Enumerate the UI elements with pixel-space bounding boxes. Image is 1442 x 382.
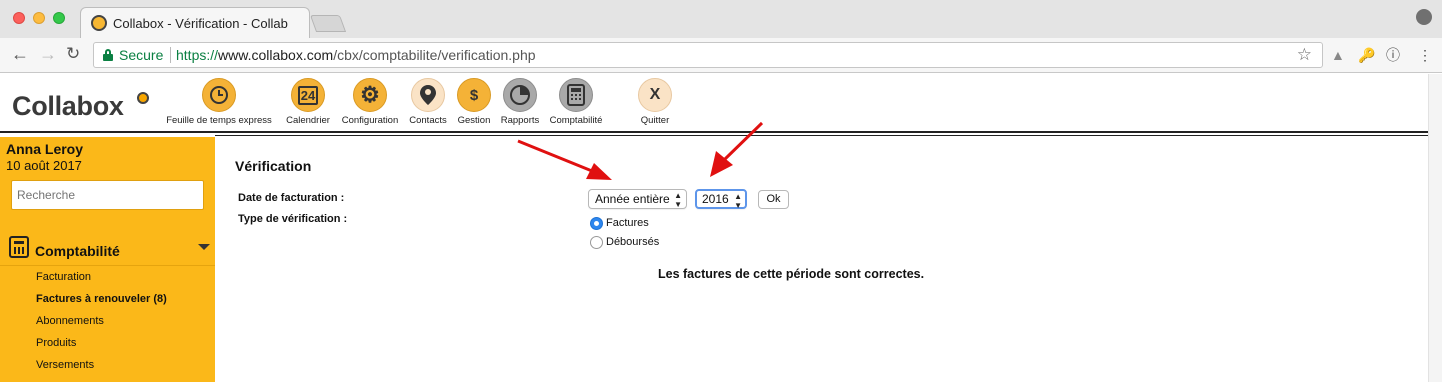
sidebar-item-abonnements[interactable]: Abonnements bbox=[36, 314, 167, 336]
tab-title: Collabox - Vérification - Collab bbox=[113, 16, 288, 31]
nav-feuille-de-temps[interactable]: Feuille de temps express bbox=[163, 78, 275, 126]
ok-button[interactable]: Ok bbox=[758, 190, 789, 209]
reload-icon[interactable]: ↻ bbox=[66, 44, 80, 64]
sidebar-menu: Facturation Factures à renouveler (8) Ab… bbox=[36, 270, 167, 380]
chevron-down-icon[interactable] bbox=[198, 244, 210, 250]
app-header: Collabox Feuille de temps express 24 Cal… bbox=[0, 74, 1428, 132]
url-text: https://www.collabox.com/cbx/comptabilit… bbox=[176, 47, 536, 63]
secure-label: Secure bbox=[119, 47, 164, 63]
nav-contacts[interactable]: Contacts bbox=[405, 78, 451, 126]
sidebar-item-versements[interactable]: Versements bbox=[36, 358, 167, 380]
info-extension-icon[interactable]: ⓘ bbox=[1386, 47, 1400, 63]
back-arrow-icon[interactable]: ← bbox=[11, 44, 29, 64]
money-tag-icon: $ bbox=[457, 78, 491, 112]
lock-icon bbox=[103, 49, 113, 61]
page-title: Vérification bbox=[235, 158, 312, 174]
user-name: Anna Leroy bbox=[6, 141, 84, 157]
header-divider-thin bbox=[215, 135, 1428, 136]
nav-comptabilite[interactable]: Comptabilité bbox=[546, 78, 606, 126]
date-facturation-label: Date de facturation : bbox=[238, 192, 345, 204]
calendar-icon: 24 bbox=[291, 78, 325, 112]
nav-quitter[interactable]: X Quitter bbox=[632, 78, 678, 126]
calculator-icon bbox=[9, 236, 29, 258]
profile-icon[interactable] bbox=[1416, 9, 1432, 25]
year-select-value: 2016 bbox=[702, 192, 729, 206]
clock-icon bbox=[202, 78, 236, 112]
sidebar-item-factures-a-renouveler[interactable]: Factures à renouveler (8) bbox=[36, 292, 167, 314]
sidebar-item-facturation[interactable]: Facturation bbox=[36, 270, 167, 292]
search-input[interactable] bbox=[11, 180, 204, 210]
collabox-favicon-icon bbox=[91, 15, 107, 31]
quit-icon: X bbox=[638, 78, 672, 112]
period-select-value: Année entière bbox=[595, 192, 670, 206]
year-select[interactable]: 2016 ▲ ▼ bbox=[695, 189, 747, 210]
forward-arrow-icon[interactable]: → bbox=[39, 44, 57, 64]
sidebar: Anna Leroy 10 août 2017 Comptabilité Fac… bbox=[0, 137, 215, 382]
address-separator bbox=[170, 47, 171, 63]
verification-result: Les factures de cette période sont corre… bbox=[658, 267, 925, 281]
current-date: 10 août 2017 bbox=[6, 158, 82, 173]
drive-extension-icon[interactable]: ▲ bbox=[1331, 47, 1345, 63]
radio-debourses-label[interactable]: Déboursés bbox=[606, 236, 659, 248]
calculator-icon bbox=[559, 78, 593, 112]
type-verification-label: Type de vérification : bbox=[238, 213, 348, 225]
section-divider bbox=[0, 265, 215, 266]
radio-factures[interactable] bbox=[590, 217, 603, 230]
section-comptabilite[interactable]: Comptabilité bbox=[0, 232, 215, 262]
annotation-arrow-left bbox=[517, 139, 612, 180]
browser-tabstrip: Collabox - Vérification - Collab bbox=[0, 0, 1442, 38]
radio-factures-label[interactable]: Factures bbox=[606, 217, 649, 229]
section-label: Comptabilité bbox=[35, 243, 120, 259]
maximize-window-button[interactable] bbox=[53, 12, 65, 24]
contact-pin-icon bbox=[411, 78, 445, 112]
browser-menu-icon[interactable]: ⋮ bbox=[1418, 47, 1432, 63]
browser-tab[interactable]: Collabox - Vérification - Collab bbox=[80, 7, 310, 38]
nav-gestion[interactable]: $ Gestion bbox=[454, 78, 494, 126]
pie-chart-icon bbox=[503, 78, 537, 112]
nav-calendrier[interactable]: 24 Calendrier bbox=[281, 78, 335, 126]
address-bar[interactable]: Secure https://www.collabox.com/cbx/comp… bbox=[93, 42, 1323, 68]
select-arrows-icon: ▲ ▼ bbox=[734, 192, 742, 210]
new-tab-button[interactable] bbox=[309, 15, 347, 32]
close-window-button[interactable] bbox=[13, 12, 25, 24]
page-scrollbar[interactable] bbox=[1428, 74, 1442, 382]
minimize-window-button[interactable] bbox=[33, 12, 45, 24]
logo-dot-icon bbox=[137, 92, 149, 104]
nav-rapports[interactable]: Rapports bbox=[497, 78, 543, 126]
select-arrows-icon: ▲ ▼ bbox=[674, 191, 682, 209]
nav-configuration[interactable]: ⚙ Configuration bbox=[338, 78, 402, 126]
header-divider bbox=[0, 131, 1428, 133]
browser-toolbar: ← → ↻ Secure https://www.collabox.com/cb… bbox=[0, 38, 1442, 73]
collabox-logo[interactable]: Collabox bbox=[12, 91, 124, 122]
radio-debourses[interactable] bbox=[590, 236, 603, 249]
key-extension-icon[interactable]: 🔑 bbox=[1358, 47, 1375, 63]
bookmark-star-icon[interactable]: ☆ bbox=[1297, 45, 1312, 65]
sidebar-item-produits[interactable]: Produits bbox=[36, 336, 167, 358]
gear-icon: ⚙ bbox=[353, 78, 387, 112]
period-select[interactable]: Année entière ▲ ▼ bbox=[588, 189, 687, 209]
